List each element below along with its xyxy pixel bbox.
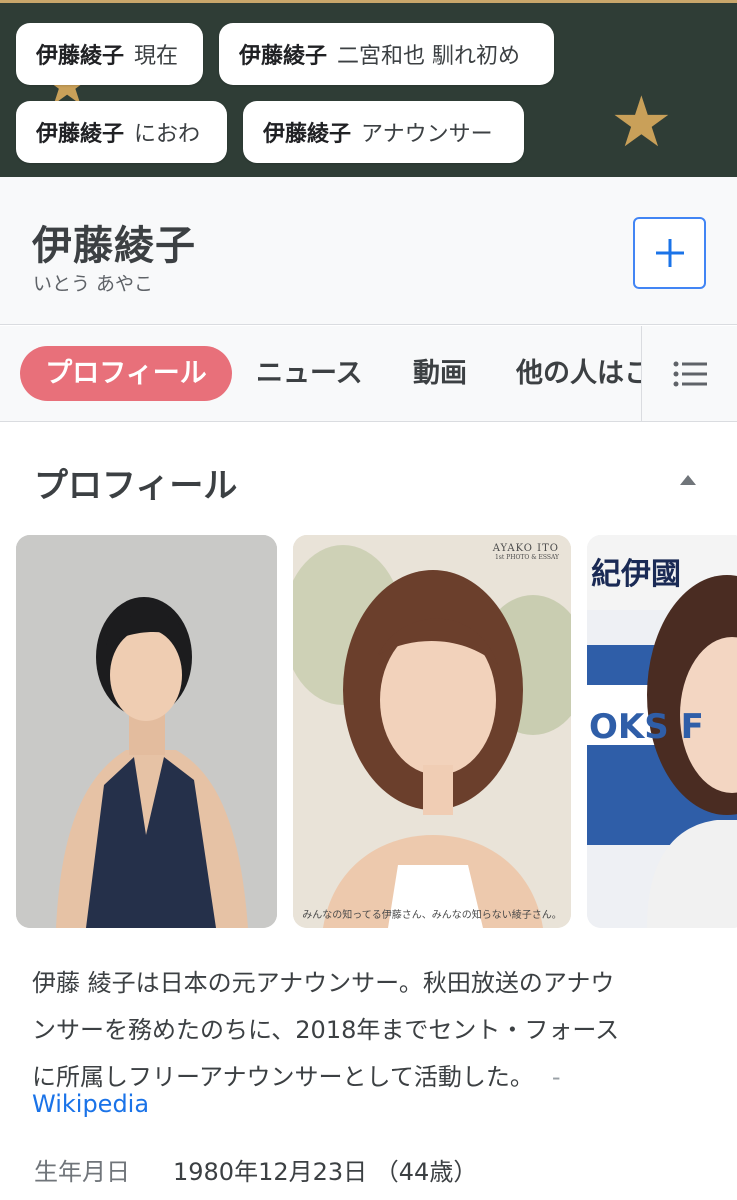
tab-people-also-search[interactable]: 他の人はこ — [516, 346, 642, 401]
book-subtitle: 1st PHOTO & ESSAY — [494, 553, 559, 561]
book-brand: AYAKO ITO 1st PHOTO & ESSAY — [493, 543, 559, 561]
entity-description: 伊藤 綾子は日本の元アナウンサー。秋田放送のアナウ ンサーを務めたのちに、201… — [32, 960, 712, 1101]
related-search-chip[interactable]: 伊藤綾子 アナウンサー — [243, 101, 524, 163]
tab-menu-button[interactable] — [641, 326, 737, 421]
sign-text-2: OKS F — [589, 707, 704, 747]
section-heading: プロフィール — [34, 466, 238, 506]
profile-photo[interactable] — [16, 535, 277, 928]
portrait-image — [16, 535, 277, 928]
chip-bold-text: 伊藤綾子 — [36, 122, 125, 147]
plus-icon — [655, 239, 684, 267]
related-search-chip[interactable]: 伊藤綾子 二宮和也 馴れ初め — [219, 23, 554, 85]
related-searches-band: ★ ★ 伊藤綾子 現在 伊藤綾子 二宮和也 馴れ初め 伊藤綾子 におわ 伊藤綾子… — [0, 0, 737, 177]
tab-news[interactable]: ニュース — [256, 346, 363, 401]
profile-photo[interactable]: 紀伊國 OKS F — [587, 535, 737, 928]
entity-title: 伊藤綾子 — [32, 223, 196, 269]
book-caption: みんなの知ってる伊藤さん、みんなの知らない綾子さん。 — [302, 910, 562, 921]
sign-text: 紀伊國 — [591, 557, 681, 592]
wikipedia-link[interactable]: Wikipedia — [32, 1090, 149, 1118]
fact-value-birthdate: 1980年12月23日 （44歳） — [173, 1158, 478, 1186]
related-search-chip[interactable]: 伊藤綾子 におわ — [16, 101, 227, 163]
chip-text: アナウンサー — [361, 122, 493, 147]
knowledge-panel-header: 伊藤綾子 いとう あやこ — [0, 177, 737, 325]
fact-label-birthdate: 生年月日 — [34, 1158, 130, 1186]
list-menu-icon — [673, 361, 707, 386]
book-title: AYAKO ITO — [492, 543, 559, 554]
chip-bold-text: 伊藤綾子 — [36, 44, 125, 69]
source-separator: - — [551, 1063, 561, 1091]
entity-tab-bar: プロフィール ニュース 動画 他の人はこ — [0, 326, 737, 422]
tab-video[interactable]: 動画 — [413, 346, 467, 401]
description-text: に所属しフリーアナウンサーとして活動した。 — [32, 1063, 534, 1091]
tab-profile[interactable]: プロフィール — [20, 346, 232, 401]
chip-bold-text: 伊藤綾子 — [239, 44, 328, 69]
star-decoration-icon: ★ — [610, 81, 673, 163]
book-cover-image — [293, 535, 571, 928]
description-line: ンサーを務めたのちに、2018年までセント・フォース — [32, 1016, 620, 1044]
entity-reading: いとう あやこ — [33, 273, 154, 295]
chip-text: 二宮和也 馴れ初め — [337, 44, 521, 69]
chip-bold-text: 伊藤綾子 — [263, 122, 352, 147]
chip-text: におわ — [134, 122, 201, 147]
chip-text: 現在 — [134, 44, 179, 69]
add-to-collection-button[interactable] — [633, 217, 706, 289]
profile-photo[interactable]: AYAKO ITO 1st PHOTO & ESSAY みんなの知ってる伊藤さん… — [293, 535, 571, 928]
description-line: 伊藤 綾子は日本の元アナウンサー。秋田放送のアナウ — [32, 969, 615, 997]
chevron-up-icon[interactable] — [678, 472, 698, 488]
related-search-chip[interactable]: 伊藤綾子 現在 — [16, 23, 203, 85]
